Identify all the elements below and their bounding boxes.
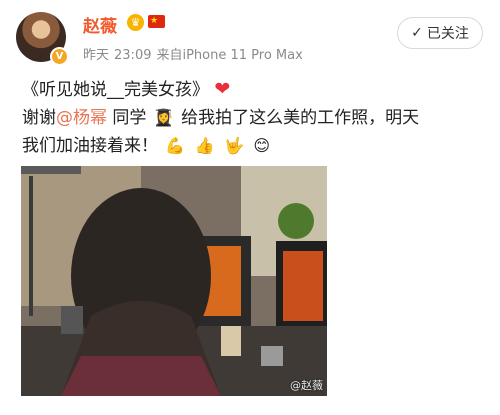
- follow-button-label: 已关注: [426, 26, 469, 42]
- post-text: 《听见她说__完美女孩》 ❤ 谢谢@杨幂 同学 👩‍🎓 给我拍了这么美的工作照，…: [22, 76, 492, 160]
- check-icon: ✓: [411, 25, 423, 41]
- mention-link[interactable]: @杨幂: [56, 108, 107, 128]
- post-line-2: 谢谢@杨幂 同学 👩‍🎓 给我拍了这么美的工作照，明天: [22, 104, 492, 132]
- thumbs-up-emoji-icon: 👍: [194, 136, 215, 155]
- photo-scene: [21, 166, 327, 396]
- heart-icon: ❤: [214, 78, 231, 100]
- username[interactable]: 赵薇: [83, 12, 117, 37]
- post-photo[interactable]: @赵薇: [21, 166, 327, 396]
- follow-button[interactable]: ✓ 已关注: [397, 17, 483, 49]
- post-line-2-rest: 给我拍了这么美的工作照，明天: [181, 108, 420, 128]
- love-hand-emoji-icon: 🤟: [224, 136, 244, 155]
- post-time: 23:09: [114, 48, 152, 63]
- post-line-1: 《听见她说__完美女孩》 ❤: [22, 76, 492, 104]
- thanks-mid: 同学: [112, 108, 147, 128]
- muscle-emoji-icon: 💪: [165, 136, 186, 155]
- photo-watermark: @赵薇: [290, 379, 323, 392]
- thanks-prefix: 谢谢: [22, 108, 56, 128]
- post-day: 昨天: [83, 48, 110, 63]
- post-line-3: 我们加油接着来！ 💪 👍 🤟 😊: [22, 132, 492, 160]
- china-flag-icon: ★: [148, 15, 165, 28]
- crown-icon: ♛: [127, 14, 144, 31]
- post-line-3-text: 我们加油接着来！: [22, 136, 158, 156]
- verified-badge-icon: V: [50, 47, 69, 66]
- smile-emoji-icon: 😊: [253, 136, 271, 155]
- post-source: 来自iPhone 11 Pro Max: [156, 48, 303, 63]
- post-title: 《听见她说__完美女孩》: [22, 80, 209, 100]
- student-emoji-icon: 👩‍🎓: [153, 108, 174, 127]
- post-meta: 昨天 23:09 来自iPhone 11 Pro Max: [83, 44, 308, 63]
